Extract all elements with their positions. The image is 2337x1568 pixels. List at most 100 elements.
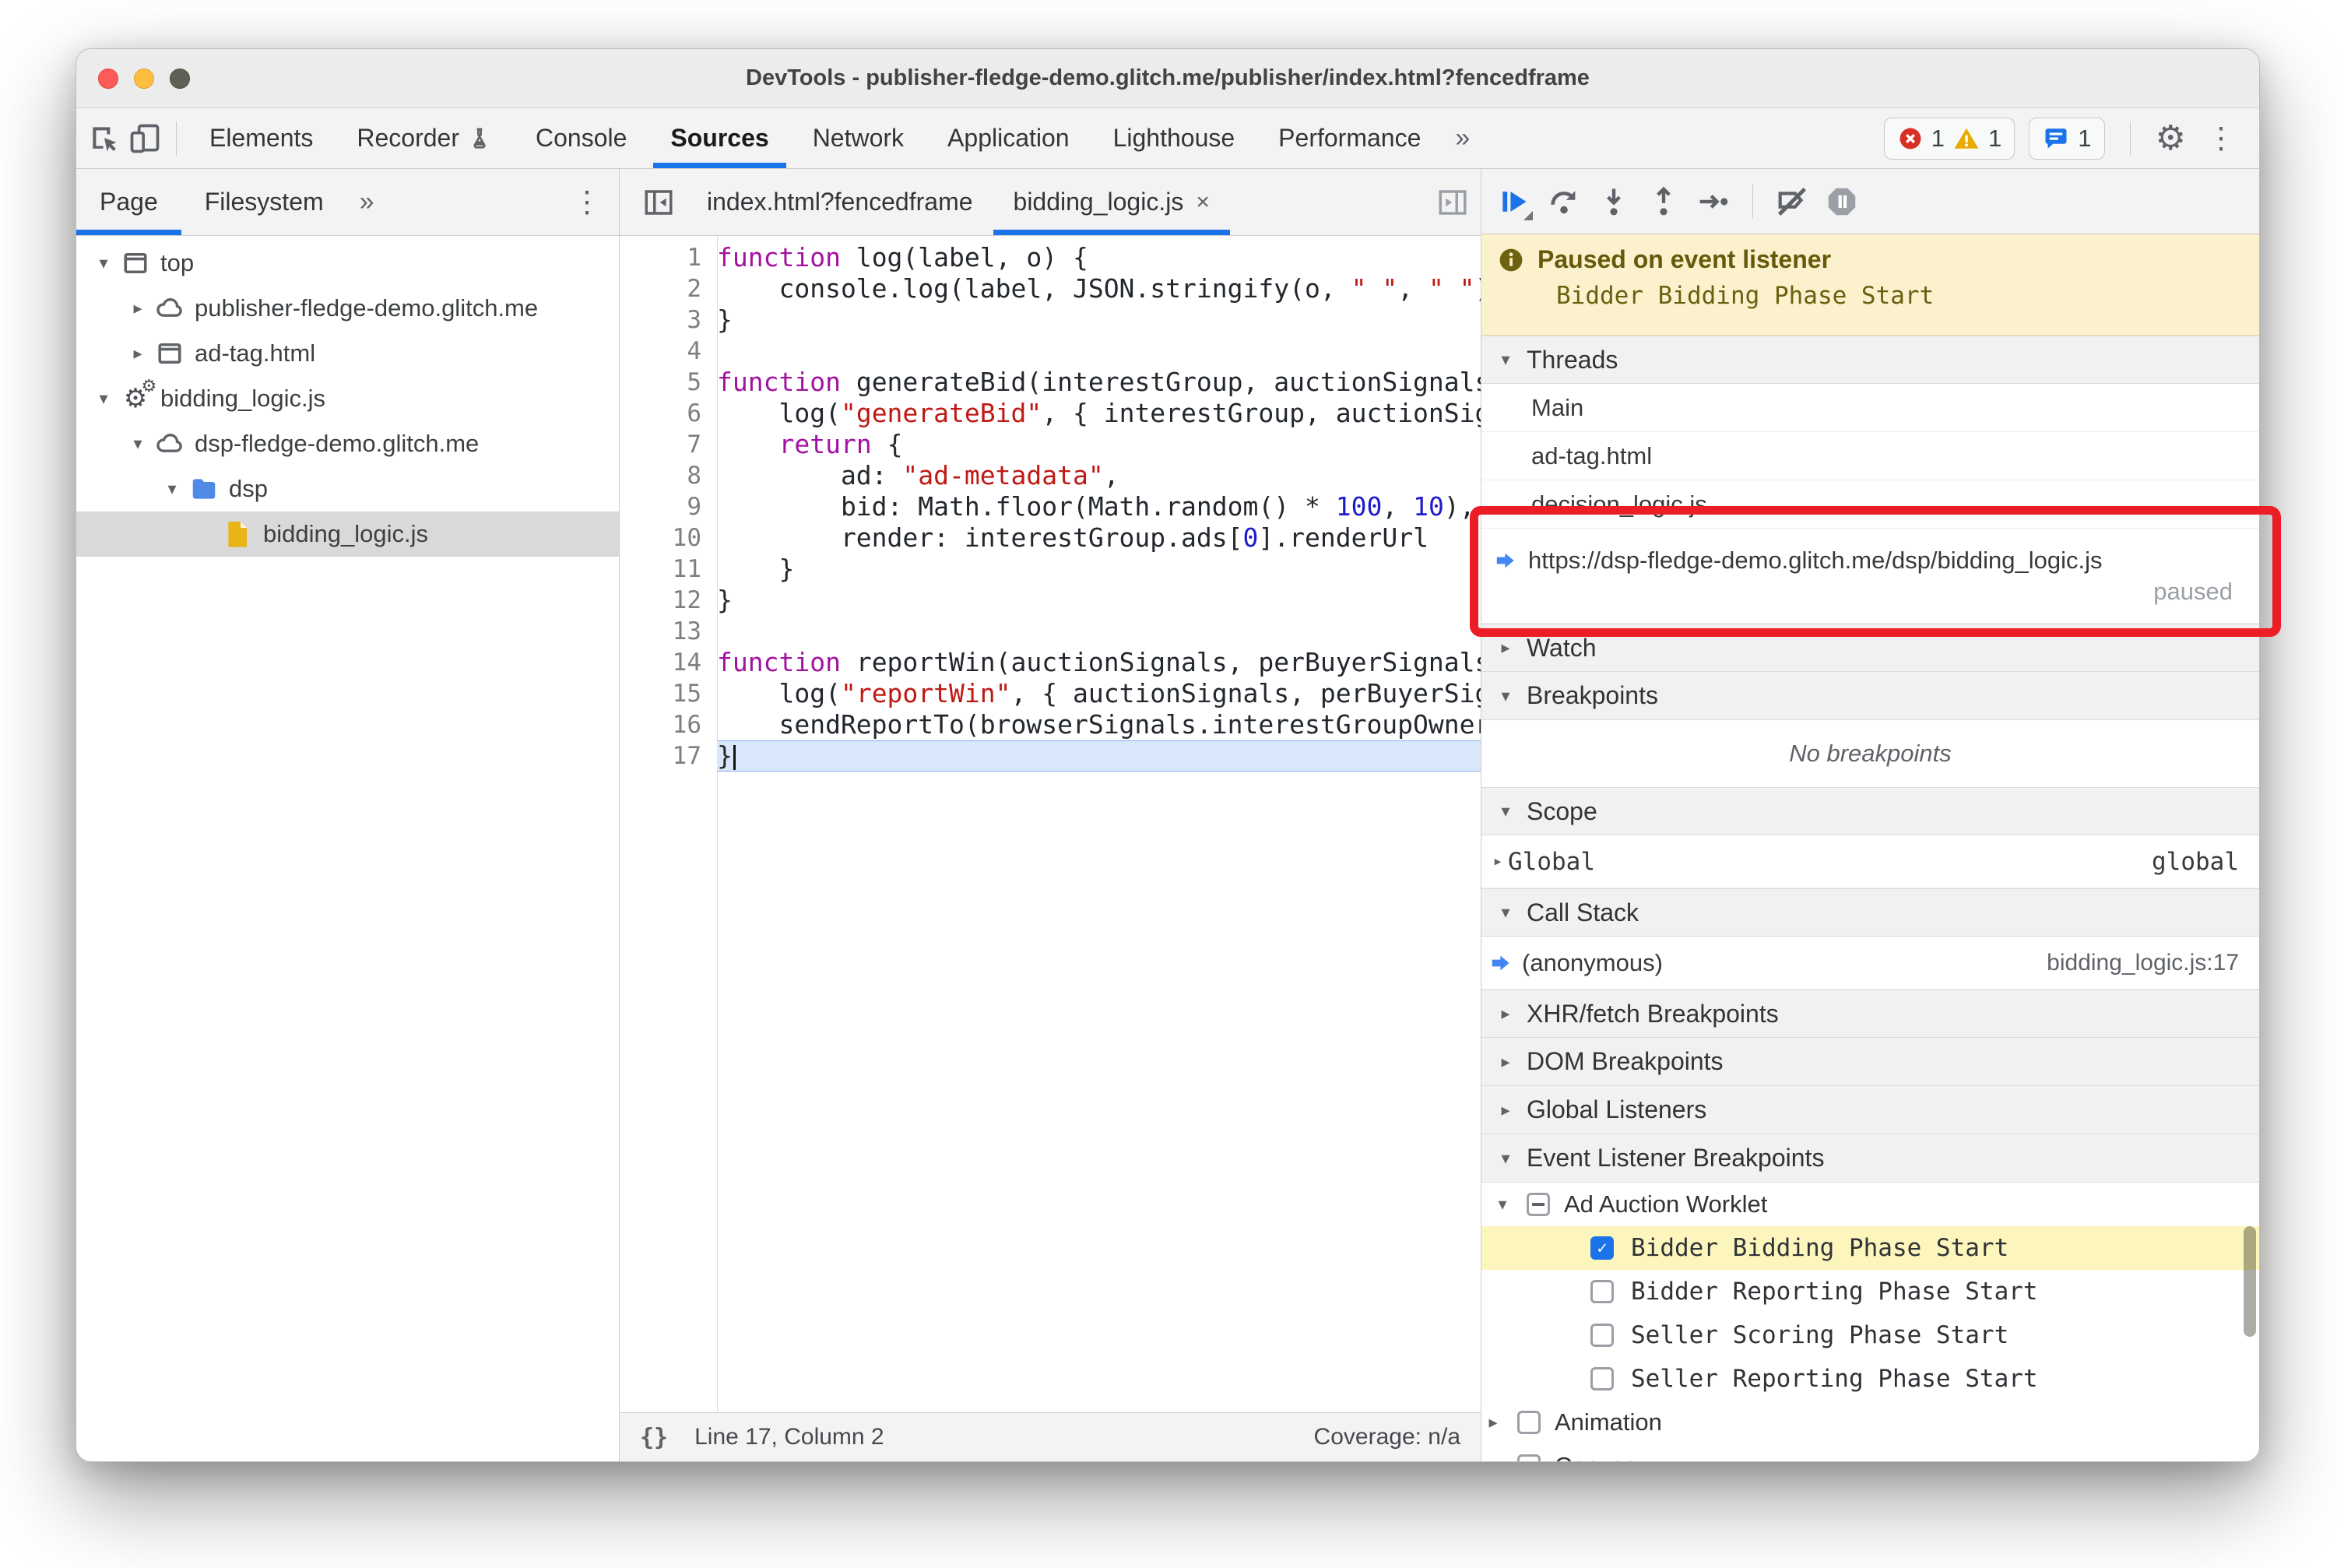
collapsed-twisty-icon[interactable]: ▸ xyxy=(1483,1456,1503,1461)
code-text[interactable]: function reportWin(auctionSignals, perBu… xyxy=(717,647,1481,678)
tree-item-bidding-logic-js[interactable]: ▾ ⚙ ⚙ bidding_logic.js xyxy=(76,376,619,421)
device-toolbar-icon[interactable] xyxy=(125,118,165,159)
code-line-5[interactable]: 5 function generateBid(interestGroup, auc… xyxy=(620,367,1481,398)
line-number[interactable]: 7 xyxy=(620,431,717,459)
collapsed-twisty-icon[interactable]: ▸ xyxy=(1483,1412,1503,1433)
step-into-icon[interactable] xyxy=(1592,180,1636,223)
line-number[interactable]: 16 xyxy=(620,711,717,739)
section-header-watch[interactable]: ▸ Watch xyxy=(1481,624,2259,672)
expand-pane-icon[interactable] xyxy=(1425,169,1481,235)
expanded-twisty-icon[interactable]: ▾ xyxy=(1492,1194,1513,1215)
collapsed-twisty-icon[interactable]: ▸ xyxy=(123,343,153,364)
issues-badge[interactable]: 1 xyxy=(2029,117,2105,160)
section-header-event-listener-breakpoints[interactable]: ▾ Event Listener Breakpoints xyxy=(1481,1134,2259,1183)
more-panels-chevron-icon[interactable]: » xyxy=(1443,123,1482,153)
code-text[interactable]: } xyxy=(717,304,1481,336)
section-header-scope[interactable]: ▾ Scope xyxy=(1481,787,2259,835)
code-text[interactable]: } xyxy=(717,740,1481,772)
panel-tab-network[interactable]: Network xyxy=(791,108,926,168)
code-text[interactable]: log("generateBid", { interestGroup, auct… xyxy=(717,398,1481,429)
collapse-sidebar-icon[interactable] xyxy=(631,169,687,235)
expanded-twisty-icon[interactable]: ▾ xyxy=(89,388,118,409)
collapsed-twisty-icon[interactable]: ▸ xyxy=(1488,852,1508,871)
editor-tab-bidding-logic-js[interactable]: bidding_logic.js × xyxy=(993,169,1231,235)
tree-item-ad-tag-html[interactable]: ▸ ad-tag.html xyxy=(76,331,619,376)
panel-tab-console[interactable]: Console xyxy=(514,108,648,168)
checkbox-unchecked[interactable] xyxy=(1590,1280,1614,1303)
listener-breakpoint-bidder-reporting-phase-start[interactable]: Bidder Reporting Phase Start xyxy=(1481,1270,2259,1313)
line-number[interactable]: 14 xyxy=(620,649,717,677)
code-text[interactable]: render: interestGroup.ads[0].renderUrl xyxy=(717,522,1481,554)
code-text[interactable]: } xyxy=(717,554,1481,585)
section-header-dom-breakpoints[interactable]: ▸ DOM Breakpoints xyxy=(1481,1038,2259,1086)
code-text[interactable]: } xyxy=(717,585,1481,616)
expanded-twisty-icon[interactable]: ▾ xyxy=(123,434,153,454)
code-line-6[interactable]: 6 log("generateBid", { interestGroup, au… xyxy=(620,398,1481,429)
checkbox-unchecked[interactable] xyxy=(1517,1454,1541,1461)
pause-on-exceptions-icon[interactable] xyxy=(1820,180,1864,223)
checkbox-unchecked[interactable] xyxy=(1517,1411,1541,1434)
line-number[interactable]: 11 xyxy=(620,555,717,583)
breakpoint-category-animation[interactable]: ▸ Animation xyxy=(1481,1401,2259,1444)
code-text[interactable]: return { xyxy=(717,429,1481,460)
checkbox-unchecked[interactable] xyxy=(1590,1324,1614,1347)
code-line-1[interactable]: 1 function log(label, o) { xyxy=(620,242,1481,273)
panel-tab-recorder[interactable]: Recorder xyxy=(335,108,514,168)
checkbox-unchecked[interactable] xyxy=(1590,1367,1614,1390)
navigator-tab-page[interactable]: Page xyxy=(76,169,181,235)
code-line-13[interactable]: 13 xyxy=(620,616,1481,647)
section-header-global-listeners[interactable]: ▸ Global Listeners xyxy=(1481,1086,2259,1134)
line-number[interactable]: 17 xyxy=(620,742,717,770)
code-text[interactable]: console.log(label, JSON.stringify(o, " "… xyxy=(717,273,1481,304)
settings-gear-icon[interactable]: ⚙ xyxy=(2156,121,2186,156)
line-number[interactable]: 13 xyxy=(620,617,717,645)
line-number[interactable]: 4 xyxy=(620,337,717,365)
expanded-twisty-icon[interactable]: ▾ xyxy=(157,479,187,499)
code-line-11[interactable]: 11 } xyxy=(620,554,1481,585)
listener-breakpoint-seller-reporting-phase-start[interactable]: Seller Reporting Phase Start xyxy=(1481,1357,2259,1401)
listener-breakpoint-bidder-bidding-phase-start[interactable]: ✓ Bidder Bidding Phase Start xyxy=(1481,1226,2259,1270)
pretty-print-button[interactable]: {} xyxy=(640,1424,668,1451)
panel-tab-lighthouse[interactable]: Lighthouse xyxy=(1091,108,1257,168)
code-text[interactable]: function log(label, o) { xyxy=(717,242,1481,273)
call-stack-frame[interactable]: (anonymous) bidding_logic.js:17 xyxy=(1481,937,2259,990)
breakpoint-category-canvas[interactable]: ▸ Canvas xyxy=(1481,1444,2259,1461)
scrollbar-thumb[interactable] xyxy=(2244,1226,2256,1337)
code-text[interactable]: log("reportWin", { auctionSignals, perBu… xyxy=(717,678,1481,709)
panel-tab-elements[interactable]: Elements xyxy=(188,108,335,168)
tree-item-dsp-fledge-demo-glitch-me[interactable]: ▾ dsp-fledge-demo.glitch.me xyxy=(76,421,619,466)
line-number[interactable]: 9 xyxy=(620,493,717,521)
collapsed-twisty-icon[interactable]: ▸ xyxy=(123,298,153,318)
step-icon[interactable] xyxy=(1692,180,1735,223)
close-tab-icon[interactable]: × xyxy=(1196,189,1210,216)
checkbox-checked[interactable]: ✓ xyxy=(1590,1236,1614,1260)
code-line-9[interactable]: 9 bid: Math.floor(Math.random() * 100, 1… xyxy=(620,491,1481,522)
code-line-2[interactable]: 2 console.log(label, JSON.stringify(o, "… xyxy=(620,273,1481,304)
code-text[interactable]: ad: "ad-metadata", xyxy=(717,460,1481,491)
scope-row-global[interactable]: ▸ Global global xyxy=(1481,835,2259,888)
line-number[interactable]: 8 xyxy=(620,462,717,490)
code-line-3[interactable]: 3} xyxy=(620,304,1481,336)
navigator-menu-kebab-icon[interactable]: ⋮ xyxy=(566,169,619,235)
section-header-call-stack[interactable]: ▾ Call Stack xyxy=(1481,888,2259,937)
code-text[interactable]: function generateBid(interestGroup, auct… xyxy=(717,367,1481,398)
code-line-17[interactable]: 17} xyxy=(620,740,1481,772)
thread-row-main[interactable]: Main xyxy=(1481,384,2259,432)
tree-item-bidding-logic-js[interactable]: bidding_logic.js xyxy=(76,512,619,557)
line-number[interactable]: 3 xyxy=(620,306,717,334)
more-navigator-tabs-chevron-icon[interactable]: » xyxy=(347,169,387,235)
line-number[interactable]: 2 xyxy=(620,275,717,303)
panel-tab-application[interactable]: Application xyxy=(926,108,1091,168)
line-number[interactable]: 15 xyxy=(620,680,717,708)
resume-icon[interactable] xyxy=(1492,180,1536,223)
breakpoint-category-ad-auction-worklet[interactable]: ▾ Ad Auction Worklet xyxy=(1481,1183,2259,1226)
section-header-threads[interactable]: ▾ Threads xyxy=(1481,336,2259,384)
deactivate-breakpoints-icon[interactable] xyxy=(1770,180,1814,223)
code-text[interactable]: sendReportTo(browserSignals.interestGrou… xyxy=(717,709,1481,740)
thread-row-ad-tag-html[interactable]: ad-tag.html xyxy=(1481,432,2259,480)
step-over-icon[interactable] xyxy=(1542,180,1586,223)
code-line-7[interactable]: 7 return { xyxy=(620,429,1481,460)
code-line-10[interactable]: 10 render: interestGroup.ads[0].renderUr… xyxy=(620,522,1481,554)
code-line-12[interactable]: 12} xyxy=(620,585,1481,616)
devtools-menu-kebab-icon[interactable]: ⋮ xyxy=(2200,121,2242,156)
